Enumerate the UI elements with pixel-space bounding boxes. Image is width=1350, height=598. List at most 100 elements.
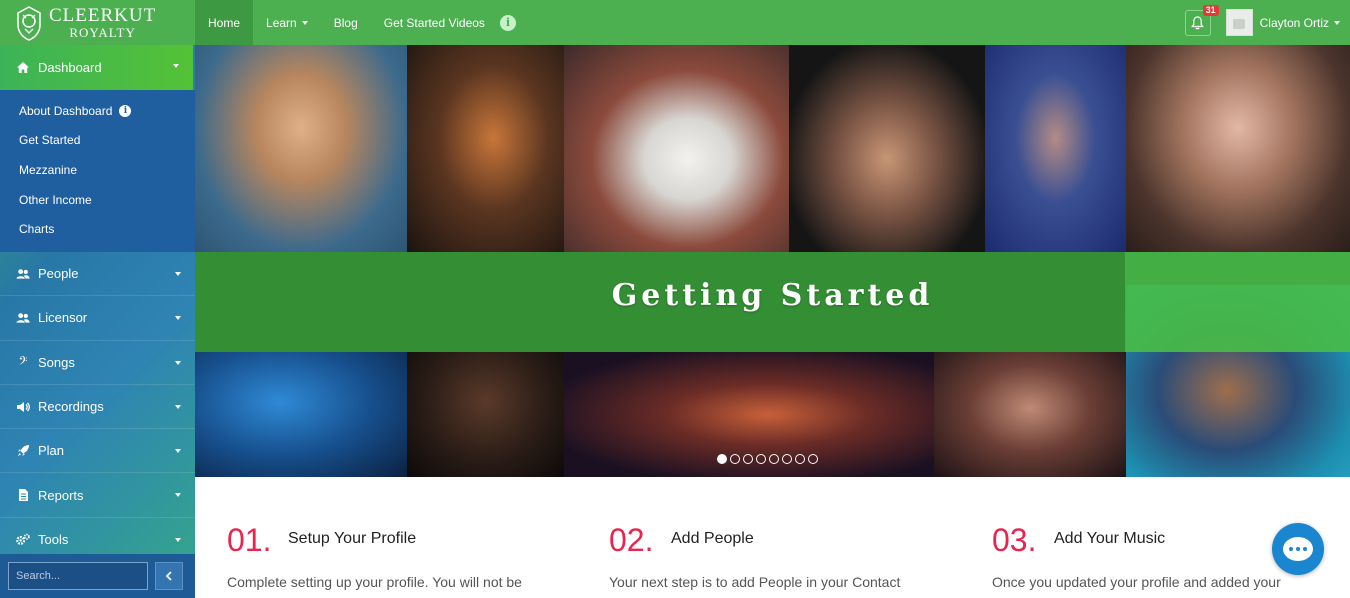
step-number: 03. [992, 522, 1037, 558]
user-menu[interactable]: Clayton Ortiz [1260, 16, 1340, 30]
caret-down-icon [173, 64, 179, 68]
top-navbar: CLEERKUT ROYALTY Home Learn Blog Get Sta… [0, 0, 1350, 45]
sidebar-item-plan[interactable]: Plan [0, 429, 195, 474]
info-icon: i [499, 14, 516, 31]
banner-photo [407, 45, 564, 252]
lion-crest-icon [13, 4, 45, 42]
caret-down-icon [301, 20, 308, 25]
step-text: Complete setting up your profile. You wi… [227, 574, 522, 590]
nav-home-label: Home [208, 15, 241, 30]
banner-photo [1126, 45, 1350, 252]
sidebar-item-label: Plan [38, 443, 65, 459]
sidebar-item-dashboard[interactable]: Dashboard [0, 45, 195, 90]
user-name: Clayton Ortiz [1259, 15, 1329, 30]
sidebar-subitem-other-income[interactable]: Other Income [0, 185, 195, 215]
chat-icon [1283, 537, 1313, 561]
caret-down-icon [175, 449, 181, 454]
sidebar-item-label: Dashboard [38, 60, 102, 75]
sidebar-subitem-about-dashboard[interactable]: About Dashboard i [0, 96, 195, 126]
step-text: Once you updated your profile and added … [992, 574, 1281, 590]
sidebar-subitem-label: About Dashboard [19, 103, 113, 118]
brand-logo-link[interactable]: CLEERKUT ROYALTY [0, 0, 195, 45]
bell-icon [1191, 15, 1205, 29]
chevron-left-icon [165, 571, 172, 581]
carousel-indicators [717, 454, 818, 464]
user-area: 31 Clayton Ortiz [1184, 0, 1350, 45]
volume-icon [16, 400, 30, 414]
sidebar-subitem-label: Other Income [19, 192, 92, 207]
step-number: 02. [609, 522, 654, 558]
carousel-dot[interactable] [717, 454, 727, 464]
sidebar-subitem-mezzanine[interactable]: Mezzanine [0, 155, 195, 185]
nav-blog-label: Blog [333, 15, 358, 30]
nav-home[interactable]: Home [195, 0, 254, 45]
bass-clef-icon: 𝄢 [18, 353, 28, 370]
carousel-dot[interactable] [782, 454, 792, 464]
brand-name: CLEERKUT ROYALTY [49, 6, 156, 39]
banner-photo [985, 45, 1126, 252]
search-input[interactable] [8, 562, 148, 590]
sidebar-item-songs[interactable]: 𝄢 Songs [0, 341, 195, 385]
document-icon [16, 488, 30, 502]
dashboard-submenu: About Dashboard i Get Started Mezzanine … [0, 90, 195, 252]
nav-get-started-videos[interactable]: Get Started Videos [371, 0, 498, 45]
chat-widget-button[interactable] [1272, 523, 1324, 575]
step-text: Your next step is to add People in your … [609, 574, 901, 590]
step-title: Add People [671, 530, 754, 547]
carousel-dot[interactable] [795, 454, 805, 464]
banner-photo [789, 45, 985, 252]
brand-line1: CLEERKUT [49, 5, 157, 26]
sidebar-item-label: People [38, 266, 79, 282]
sidebar-search [0, 554, 195, 598]
sidebar-item-label: Tools [38, 531, 69, 547]
carousel-dot[interactable] [808, 454, 818, 464]
notification-badge: 31 [1202, 4, 1219, 16]
notifications-button[interactable]: 31 [1184, 4, 1219, 36]
getting-started-steps: 01. Setup Your Profile Complete setting … [195, 477, 1350, 598]
caret-down-icon [175, 404, 181, 409]
banner-title: Getting Started [611, 278, 934, 313]
caret-down-icon [175, 493, 181, 498]
sidebar-subitem-label: Charts [19, 222, 55, 237]
nav-info-button[interactable]: i [498, 0, 529, 45]
gears-icon [16, 532, 30, 546]
sidebar-item-licensor[interactable]: Licensor [0, 296, 195, 341]
banner-photo [195, 352, 407, 477]
step-title: Add Your Music [1054, 530, 1166, 547]
step-title: Setup Your Profile [288, 530, 417, 547]
nav-learn-label: Learn [266, 15, 297, 30]
caret-down-icon [175, 360, 181, 365]
home-icon [16, 61, 30, 75]
step-number: 01. [227, 522, 272, 558]
banner-photo [407, 352, 564, 477]
sidebar-subitem-charts[interactable]: Charts [0, 214, 195, 244]
sidebar-item-people[interactable]: People [0, 252, 195, 297]
sidebar-subitem-label: Get Started [19, 133, 81, 148]
carousel-dot[interactable] [743, 454, 753, 464]
sidebar-item-label: Reports [38, 487, 84, 503]
avatar[interactable] [1225, 9, 1253, 36]
caret-down-icon [1334, 20, 1340, 25]
banner-photo [195, 45, 407, 252]
nav-learn[interactable]: Learn [253, 0, 321, 45]
sidebar: Dashboard About Dashboard i Get Started … [0, 45, 195, 598]
banner-photo [564, 45, 789, 252]
users-icon [16, 311, 30, 325]
banner-photo [934, 352, 1126, 477]
sidebar-item-label: Songs [38, 354, 75, 370]
sidebar-item-recordings[interactable]: Recordings [0, 385, 195, 430]
carousel-dot[interactable] [769, 454, 779, 464]
sidebar-collapse-button[interactable] [155, 562, 183, 590]
nav-blog[interactable]: Blog [321, 0, 371, 45]
info-icon: i [119, 104, 132, 117]
carousel-dot[interactable] [730, 454, 740, 464]
main-nav: Home Learn Blog Get Started Videos i [195, 0, 529, 45]
caret-down-icon [175, 537, 181, 542]
nav-videos-label: Get Started Videos [383, 15, 485, 30]
sidebar-item-reports[interactable]: Reports [0, 473, 195, 518]
caret-down-icon [175, 271, 181, 276]
caret-down-icon [175, 316, 181, 321]
brand-line2: ROYALTY [69, 25, 136, 40]
sidebar-subitem-get-started[interactable]: Get Started [0, 126, 195, 156]
carousel-dot[interactable] [756, 454, 766, 464]
